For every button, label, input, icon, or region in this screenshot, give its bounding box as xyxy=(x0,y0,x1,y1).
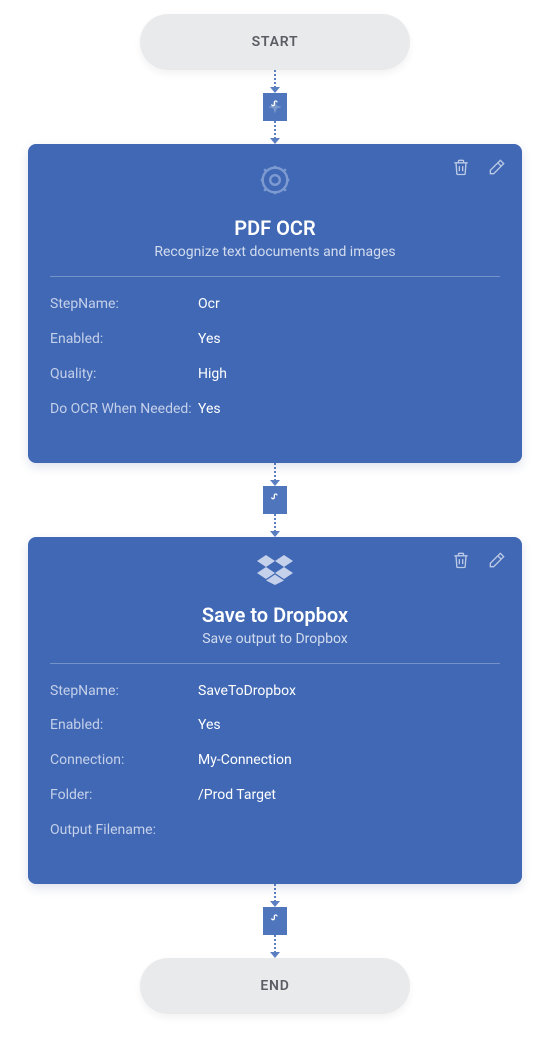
connector-line xyxy=(274,935,276,953)
connector-line xyxy=(274,514,276,532)
pdf-icon xyxy=(263,907,287,935)
card-actions xyxy=(450,549,508,571)
field-value: /Prod Target xyxy=(198,786,276,805)
field-value: My-Connection xyxy=(198,751,292,770)
field-row: StepName:Ocr xyxy=(50,295,500,314)
card-actions xyxy=(450,156,508,178)
field-row: Enabled:Yes xyxy=(50,330,500,349)
divider xyxy=(50,663,500,664)
field-value: Yes xyxy=(198,400,221,419)
divider xyxy=(50,276,500,277)
connector-line xyxy=(274,70,276,88)
arrow-icon xyxy=(270,531,280,537)
field-value: High xyxy=(198,365,227,384)
field-row: Do OCR When Needed:Yes xyxy=(50,400,500,419)
card-subtitle: Save output to Dropbox xyxy=(50,631,500,647)
field-value: Ocr xyxy=(198,295,220,314)
card-title: PDF OCR xyxy=(50,216,500,240)
step-card-pdf-ocr: PDF OCR Recognize text documents and ima… xyxy=(28,144,522,463)
pdf-icon xyxy=(263,486,287,514)
step-card-save-to-dropbox: Save to Dropbox Save output to Dropbox S… xyxy=(28,537,522,884)
workflow-canvas: START PDF OCR Recognize text documents a… xyxy=(0,0,550,1044)
field-label: Quality: xyxy=(50,365,198,384)
field-label: StepName: xyxy=(50,682,198,701)
field-value: Yes xyxy=(198,716,221,735)
delete-button[interactable] xyxy=(450,156,472,178)
field-label: Do OCR When Needed: xyxy=(50,400,198,419)
start-label: START xyxy=(252,34,299,50)
field-label: Enabled: xyxy=(50,330,198,349)
start-node[interactable]: START xyxy=(140,14,410,70)
field-row: Folder:/Prod Target xyxy=(50,786,500,805)
field-label: StepName: xyxy=(50,295,198,314)
field-row: Output Filename: xyxy=(50,821,500,840)
dropbox-icon xyxy=(50,555,500,585)
field-row: Connection:My-Connection xyxy=(50,751,500,770)
connector-line xyxy=(274,121,276,139)
delete-button[interactable] xyxy=(450,549,472,571)
field-row: StepName:SaveToDropbox xyxy=(50,682,500,701)
connector-line xyxy=(274,884,276,902)
pdf-icon xyxy=(263,93,287,121)
field-label: Enabled: xyxy=(50,716,198,735)
end-node[interactable]: END xyxy=(140,958,410,1014)
edit-button[interactable] xyxy=(486,549,508,571)
field-label: Folder: xyxy=(50,786,198,805)
field-row: Quality:High xyxy=(50,365,500,384)
connector-line xyxy=(274,463,276,481)
field-row: Enabled:Yes xyxy=(50,716,500,735)
card-title: Save to Dropbox xyxy=(50,603,500,627)
card-subtitle: Recognize text documents and images xyxy=(50,244,500,260)
end-label: END xyxy=(260,978,289,994)
field-value: SaveToDropbox xyxy=(198,682,296,701)
gear-icon xyxy=(50,162,500,198)
field-value: Yes xyxy=(198,330,221,349)
edit-button[interactable] xyxy=(486,156,508,178)
field-label: Output Filename: xyxy=(50,821,198,840)
field-label: Connection: xyxy=(50,751,198,770)
